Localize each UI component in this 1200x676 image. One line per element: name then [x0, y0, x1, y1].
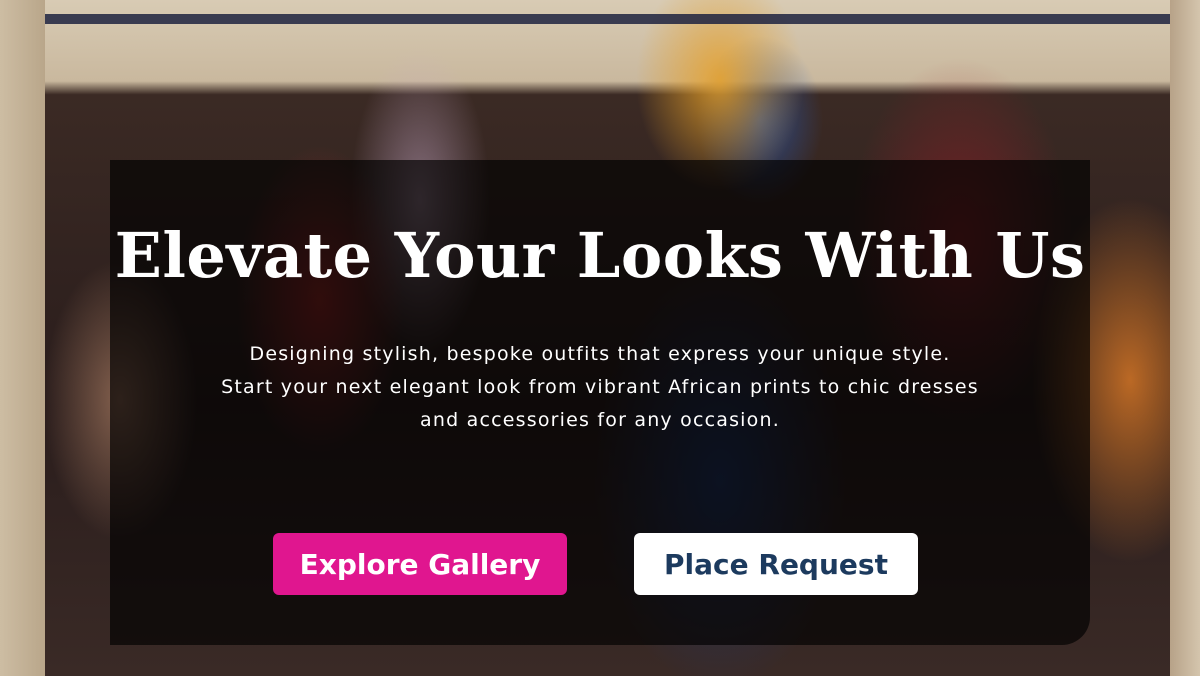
background-clothing-rack: [45, 14, 1172, 24]
hero-subtitle: Designing stylish, bespoke outfits that …: [221, 343, 979, 431]
hero-section: Elevate Your Looks With Us Designing sty…: [0, 0, 1200, 676]
place-request-button[interactable]: Place Request: [634, 533, 918, 595]
explore-gallery-button[interactable]: Explore Gallery: [273, 533, 567, 595]
hero-headline: Elevate Your Looks With Us: [114, 219, 1086, 292]
